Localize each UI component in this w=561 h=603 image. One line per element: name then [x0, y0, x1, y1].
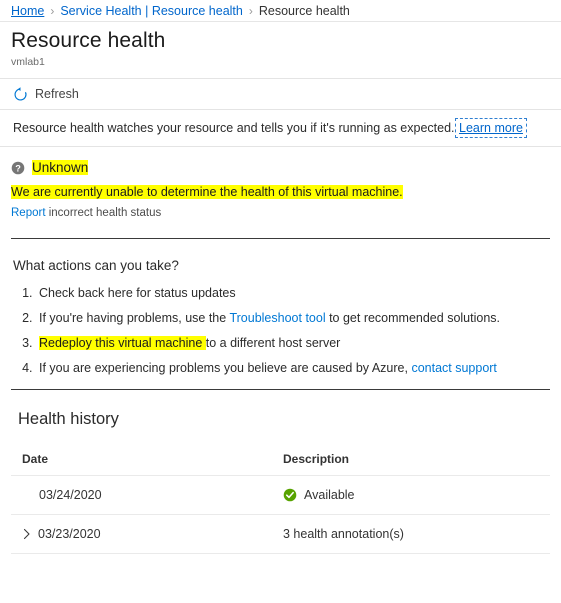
row-description: 3 health annotation(s): [283, 527, 550, 541]
report-status-row: Report incorrect health status: [11, 206, 561, 221]
breadcrumb: Home › Service Health | Resource health …: [0, 0, 561, 21]
contact-support-link[interactable]: contact support: [411, 361, 496, 375]
breadcrumb-link-home[interactable]: Home: [11, 4, 44, 18]
refresh-icon: [13, 86, 28, 102]
question-circle-icon: ?: [11, 161, 25, 175]
status-badge: Unknown: [32, 160, 89, 175]
date-value: 03/24/2020: [39, 488, 102, 502]
table-row[interactable]: 03/24/2020 Available: [11, 475, 550, 515]
health-history-table: Date Description 03/24/2020 Available 03…: [11, 452, 550, 554]
report-rest-text: incorrect health status: [48, 207, 162, 219]
svg-text:?: ?: [15, 163, 21, 173]
redeploy-vm-text[interactable]: Redeploy this virtual machine: [39, 336, 206, 350]
description-text: Resource health watches your resource an…: [13, 121, 455, 135]
page-header: Resource health vmlab1: [0, 22, 561, 69]
health-history-title: Health history: [18, 410, 119, 428]
list-item: If you're having problems, use the Troub…: [36, 310, 561, 327]
actions-list: Check back here for status updates If yo…: [0, 285, 561, 377]
troubleshoot-tool-link[interactable]: Troubleshoot tool: [229, 311, 325, 325]
breadcrumb-link-service-health[interactable]: Service Health | Resource health: [60, 4, 243, 18]
report-link[interactable]: Report: [11, 207, 46, 219]
list-item: Check back here for status updates: [36, 285, 561, 302]
breadcrumb-separator-icon: ›: [50, 3, 55, 18]
row-description: Available: [283, 488, 550, 502]
row-date: 03/24/2020: [22, 488, 272, 502]
health-status-section: ? Unknown We are currently unable to det…: [0, 147, 561, 221]
actions-heading: What actions can you take?: [13, 258, 179, 273]
check-circle-icon: [283, 488, 297, 502]
refresh-label: Refresh: [35, 87, 79, 101]
page-title: Resource health: [11, 29, 166, 52]
column-header-description: Description: [272, 452, 550, 476]
status-message: We are currently unable to determine the…: [11, 185, 403, 199]
action-text: Check back here for status updates: [39, 286, 236, 300]
list-item: If you are experiencing problems you bel…: [36, 360, 561, 377]
description-line: Resource health watches your resource an…: [0, 110, 561, 146]
learn-more-link[interactable]: Learn more: [455, 118, 527, 138]
description-value: 3 health annotation(s): [283, 527, 404, 541]
column-header-date: Date: [11, 452, 272, 476]
table-header-row: Date Description: [11, 452, 550, 476]
breadcrumb-current: Resource health: [258, 3, 350, 18]
action-text: If you are experiencing problems you bel…: [39, 361, 412, 375]
list-item: Redeploy this virtual machine to a diffe…: [36, 335, 561, 352]
table-row[interactable]: 03/23/2020 3 health annotation(s): [11, 514, 550, 554]
action-text-post: to get recommended solutions.: [325, 311, 500, 325]
description-value: Available: [304, 488, 355, 502]
breadcrumb-separator-icon: ›: [248, 3, 253, 18]
command-bar: Refresh: [0, 79, 561, 109]
status-row: ? Unknown: [11, 159, 561, 177]
chevron-right-icon[interactable]: [22, 528, 32, 540]
status-message-wrap: We are currently unable to determine the…: [11, 184, 561, 201]
page-subtitle: vmlab1: [11, 56, 45, 68]
row-date: 03/23/2020: [22, 527, 272, 541]
action-text: If you're having problems, use the: [39, 311, 230, 325]
action-text-post: to a different host server: [205, 336, 341, 350]
refresh-button[interactable]: Refresh: [13, 86, 79, 102]
date-value: 03/23/2020: [38, 527, 101, 541]
